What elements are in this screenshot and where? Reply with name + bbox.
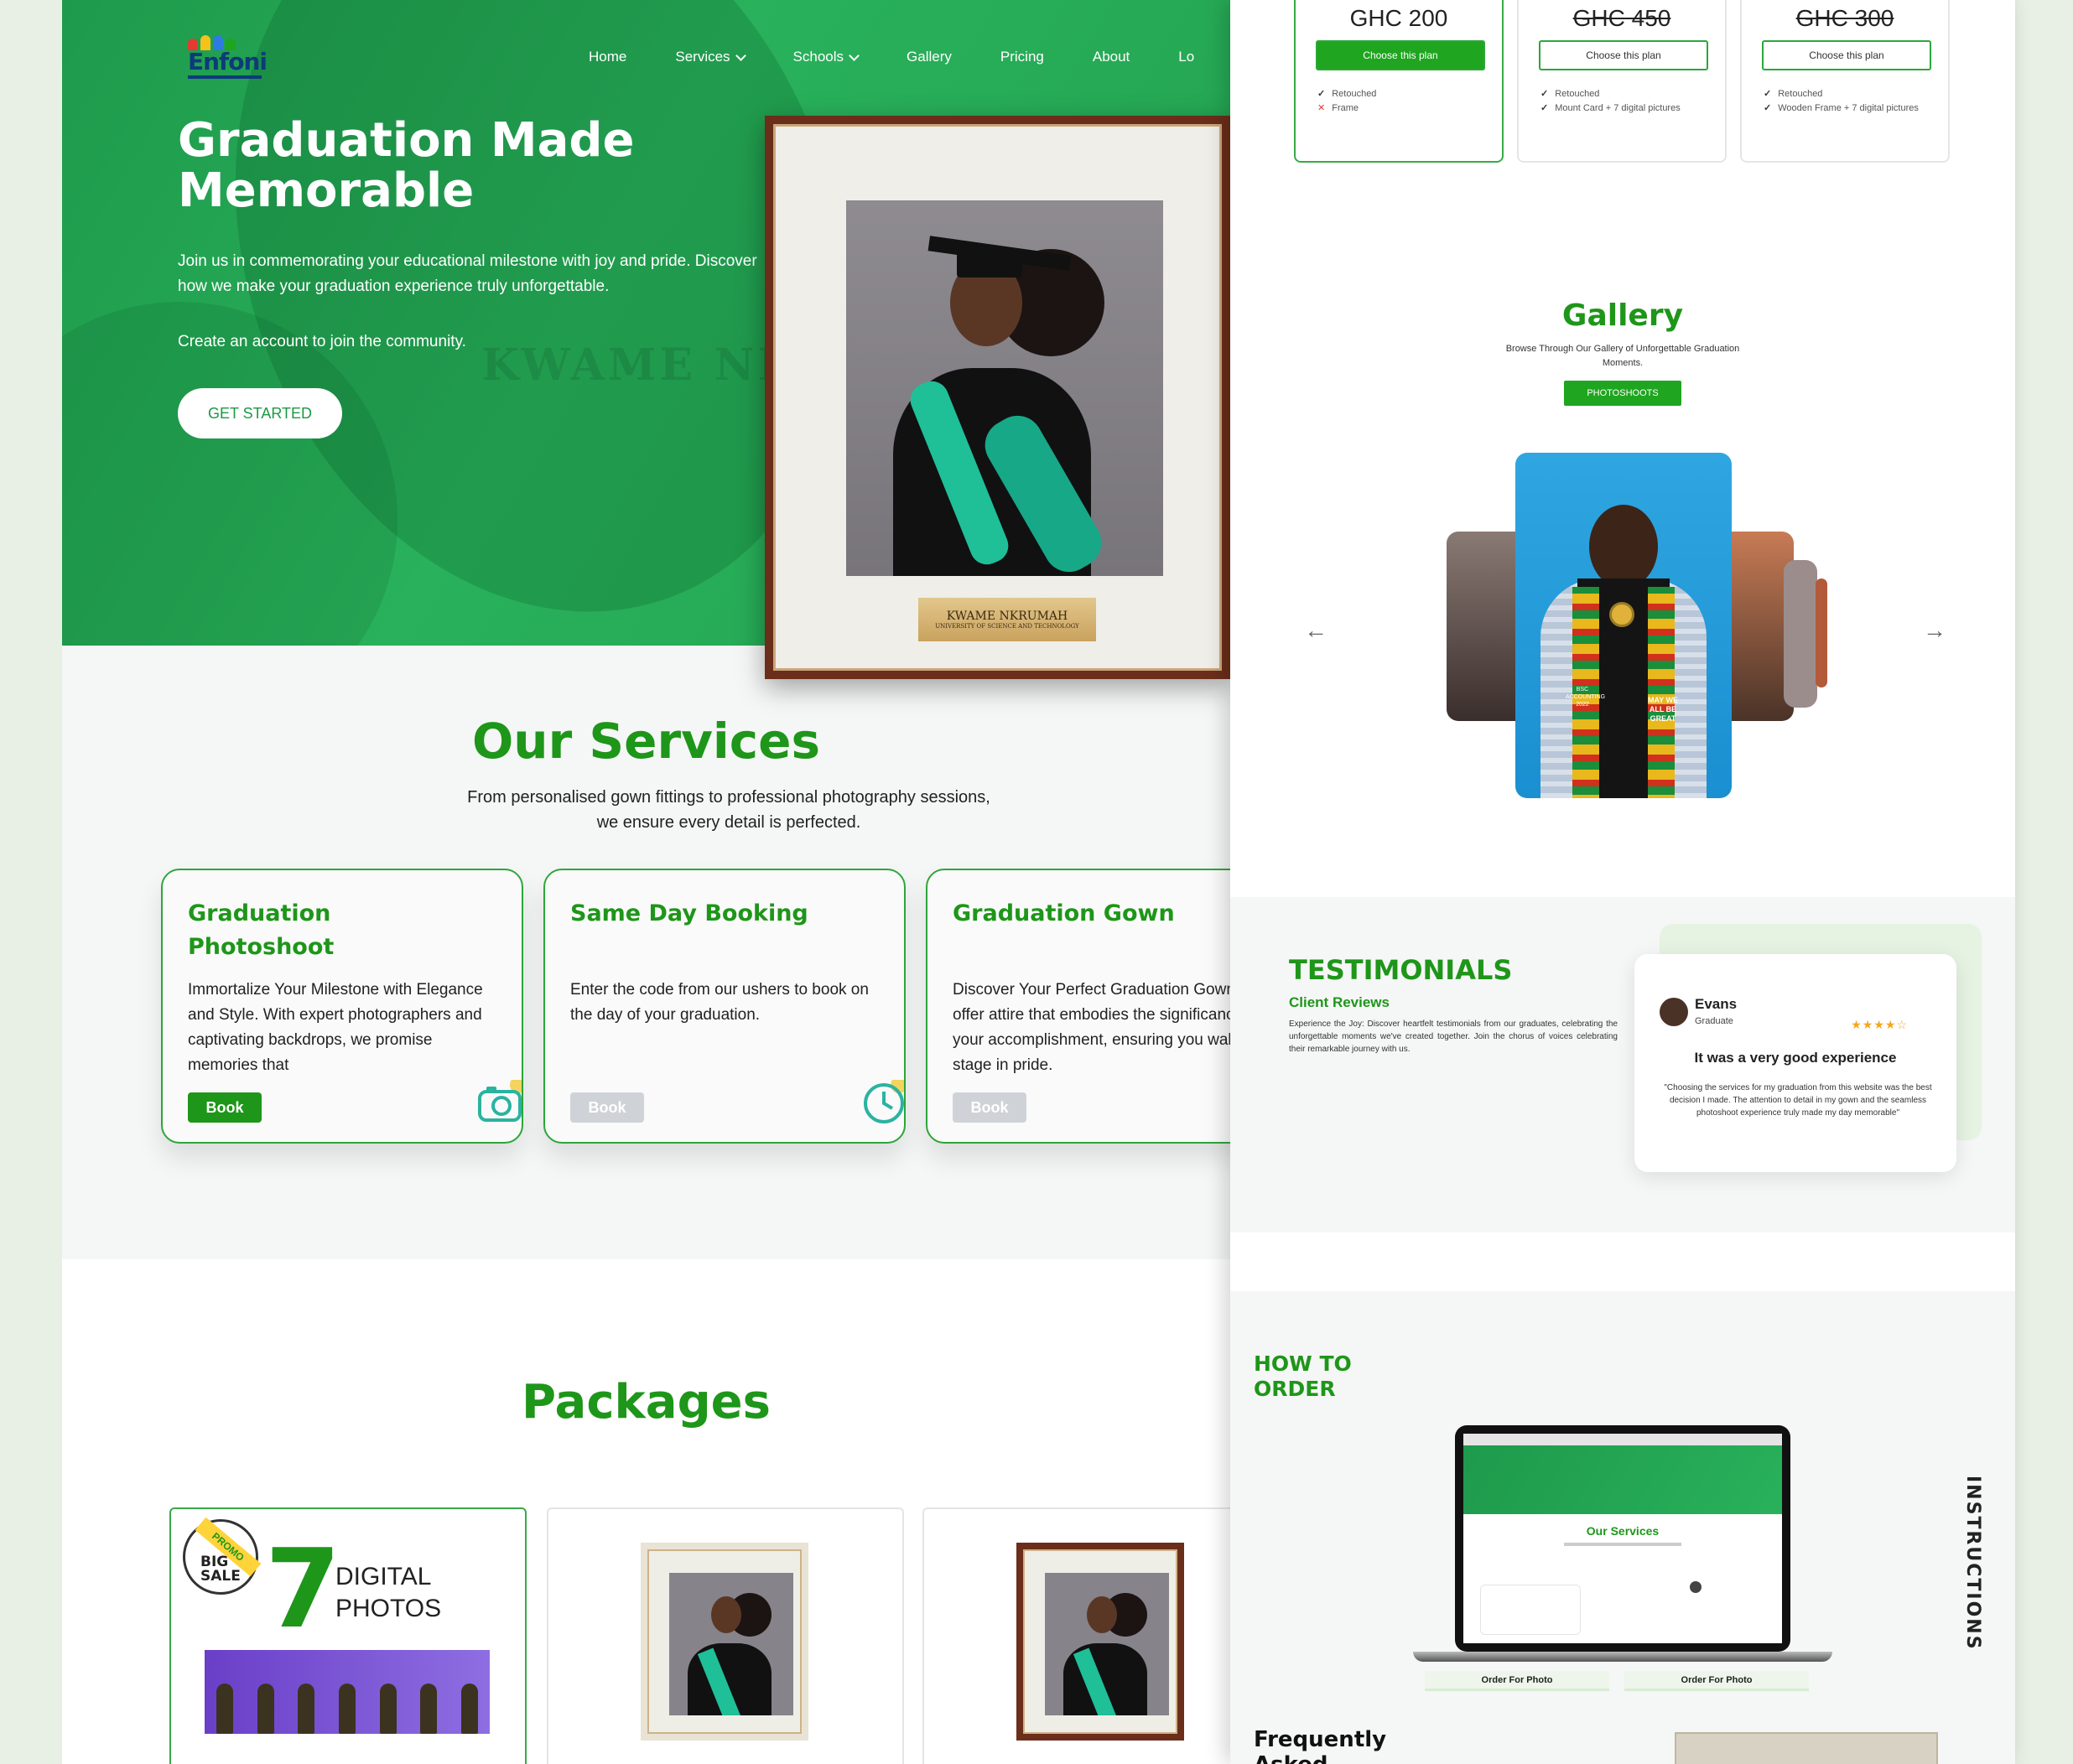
mount-card-image bbox=[641, 1543, 808, 1741]
check-icon: ✓ bbox=[1764, 89, 1772, 99]
review-quote: "Choosing the services for my graduation… bbox=[1664, 1083, 1932, 1118]
book-button[interactable]: Book bbox=[188, 1092, 262, 1123]
service-card-title: Graduation Photoshoot bbox=[188, 900, 335, 960]
carousel-next-arrow-icon[interactable]: → bbox=[1923, 617, 1946, 644]
order-step-1[interactable]: Order For Photo bbox=[1425, 1671, 1609, 1691]
plan-features: ✓ Retouched ✕ Frame bbox=[1317, 87, 1494, 116]
star-rating: ★★★★☆ bbox=[1851, 1018, 1908, 1031]
check-icon: ✓ bbox=[1540, 103, 1549, 113]
services-subtitle: From personalised gown fittings to profe… bbox=[467, 788, 990, 832]
laptop-mockup: Our Services bbox=[1413, 1425, 1832, 1662]
nav-home[interactable]: Home bbox=[589, 49, 626, 65]
nav-login[interactable]: Lo bbox=[1178, 49, 1194, 65]
plan-features: ✓ Retouched ✓ Mount Card + 7 digital pictu… bbox=[1540, 87, 1717, 116]
review-headline: It was a very good experience bbox=[1694, 1050, 1897, 1066]
plan-price: GHC 450 bbox=[1572, 5, 1671, 31]
testimonials-kicker: Client Reviews bbox=[1289, 994, 1390, 1010]
service-card-gown: Graduation Gown Discover Your Perfect Gr… bbox=[926, 869, 1230, 1144]
plan-features: ✓ Retouched ✓ Wooden Frame + 7 digital pic… bbox=[1764, 87, 1940, 116]
plan-price: GHC 300 bbox=[1795, 5, 1894, 31]
screen-services-title: Our Services bbox=[1586, 1524, 1660, 1538]
pricing-plan: GHC 200 Choose this plan ✓ Retouched ✕ Fra… bbox=[1294, 0, 1504, 163]
logo-underline bbox=[188, 75, 262, 79]
faq-image bbox=[1675, 1732, 1938, 1764]
service-card-title: Same Day Booking bbox=[570, 900, 808, 926]
clock-icon bbox=[864, 1080, 904, 1123]
graduate-portrait bbox=[846, 200, 1163, 576]
chevron-down-icon bbox=[849, 49, 860, 61]
service-card-photoshoot: Graduation Photoshoot Immortalize Your M… bbox=[161, 869, 523, 1144]
promo-photo-strip bbox=[205, 1650, 490, 1734]
kente-text-left: BSC ACCOUNTING 2022 bbox=[1566, 687, 1606, 708]
promo-label: DIGITAL PHOTOS bbox=[335, 1563, 442, 1622]
service-card-text: Discover Your Perfect Graduation Gown. W… bbox=[953, 981, 1230, 1074]
choose-plan-button[interactable]: Choose this plan bbox=[1762, 40, 1931, 70]
instructions-side-label: INSTRUCTIONS bbox=[1962, 1476, 1983, 1651]
hero-title: Graduation Made Memorable bbox=[178, 113, 635, 218]
nav-about[interactable]: About bbox=[1093, 49, 1130, 65]
package-card-frame[interactable] bbox=[922, 1507, 1230, 1764]
pricing-plan: GHC 450 Choose this plan ✓ Retouched ✓ Mou… bbox=[1517, 0, 1727, 163]
frame-mat: KWAME NKRUMAH UNIVERSITY OF SCIENCE AND … bbox=[773, 124, 1222, 671]
brand-logo[interactable]: Enfoni bbox=[188, 35, 268, 79]
book-button[interactable]: Book bbox=[953, 1092, 1026, 1123]
hero-cta-text: Create an account to join the community. bbox=[178, 333, 466, 350]
faq-title: Frequently Asked Questions bbox=[1254, 1727, 1387, 1764]
package-card-promo[interactable]: PROMO BIG SALE 7 DIGITAL PHOTOS bbox=[169, 1507, 527, 1764]
service-card-text: Enter the code from our ushers to book o… bbox=[570, 981, 869, 1024]
camera-icon bbox=[478, 1080, 522, 1122]
service-card-same-day: Same Day Booking Enter the code from our… bbox=[543, 869, 906, 1144]
nav-schools[interactable]: Schools bbox=[793, 49, 860, 65]
hero-framed-portrait: KWAME NKRUMAH UNIVERSITY OF SCIENCE AND … bbox=[765, 116, 1230, 679]
gallery-slide[interactable] bbox=[1816, 578, 1827, 687]
service-card-text: Immortalize Your Milestone with Elegance… bbox=[188, 981, 483, 1074]
choose-plan-button[interactable]: Choose this plan bbox=[1539, 40, 1708, 70]
pricing-plan: GHC 300 Choose this plan ✓ Retouched ✓ Woo… bbox=[1740, 0, 1950, 163]
book-button[interactable]: Book bbox=[570, 1092, 644, 1123]
cross-icon: ✕ bbox=[1317, 103, 1326, 113]
gallery-slide-active[interactable]: MAY WE ALL BE GREAT BSC ACCOUNTING 2022 bbox=[1515, 453, 1732, 798]
wooden-frame-image bbox=[1016, 1543, 1184, 1741]
how-to-order-title: HOW TO ORDER bbox=[1254, 1352, 1352, 1401]
reviewer-name: Evans bbox=[1695, 996, 1738, 1012]
check-icon: ✓ bbox=[1764, 103, 1772, 113]
landing-page-right: GHC 200 Choose this plan ✓ Retouched ✕ Fra… bbox=[1230, 0, 2015, 1764]
gallery-title: Gallery bbox=[1561, 298, 1684, 333]
review-card: Evans Graduate ★★★★☆ It was a very good … bbox=[1634, 954, 1956, 1172]
main-nav: Home Services Schools Gallery Pricing Ab… bbox=[589, 49, 1230, 65]
services-title: Our Services bbox=[471, 713, 821, 770]
cursor-dot bbox=[1690, 1581, 1702, 1593]
get-started-button[interactable]: GET STARTED bbox=[178, 388, 342, 438]
testimonials-title: TESTIMONIALS bbox=[1289, 954, 1513, 986]
gallery-slide[interactable] bbox=[1784, 560, 1817, 708]
check-icon: ✓ bbox=[1317, 89, 1326, 99]
testimonials-text: Experience the Joy: Discover heartfelt t… bbox=[1289, 1019, 1618, 1054]
order-step-2[interactable]: Order For Photo bbox=[1624, 1671, 1809, 1691]
avatar bbox=[1660, 998, 1688, 1026]
university-plaque: KWAME NKRUMAH UNIVERSITY OF SCIENCE AND … bbox=[918, 598, 1096, 641]
kente-text: MAY WE ALL BE GREAT bbox=[1647, 696, 1678, 723]
nav-pricing[interactable]: Pricing bbox=[1000, 49, 1044, 65]
landing-page-left: KWAME NKRUMAH UNIVERSITY Enfoni Home Ser… bbox=[62, 0, 1230, 1764]
reviewer-role: Graduate bbox=[1695, 1016, 1733, 1026]
gallery-subtitle: Browse Through Our Gallery of Unforgetta… bbox=[1505, 344, 1740, 368]
check-icon: ✓ bbox=[1540, 89, 1549, 99]
choose-plan-button[interactable]: Choose this plan bbox=[1316, 40, 1485, 70]
plan-price: GHC 200 bbox=[1349, 5, 1448, 31]
nav-services[interactable]: Services bbox=[675, 49, 746, 65]
logo-text: Enfoni bbox=[188, 48, 268, 75]
service-card-title: Graduation Gown bbox=[953, 900, 1175, 926]
packages-title: Packages bbox=[522, 1375, 771, 1429]
chevron-down-icon bbox=[735, 49, 746, 61]
package-card-mount[interactable] bbox=[547, 1507, 904, 1764]
carousel-prev-arrow-icon[interactable]: ← bbox=[1304, 617, 1327, 644]
promo-number: 7 bbox=[265, 1525, 341, 1652]
hero-lead: Join us in commemorating your educationa… bbox=[178, 252, 757, 295]
nav-gallery[interactable]: Gallery bbox=[907, 49, 952, 65]
photoshoots-button[interactable]: PHOTOSHOOTS bbox=[1564, 381, 1681, 406]
promo-badge: PROMO BIG SALE bbox=[183, 1517, 262, 1595]
